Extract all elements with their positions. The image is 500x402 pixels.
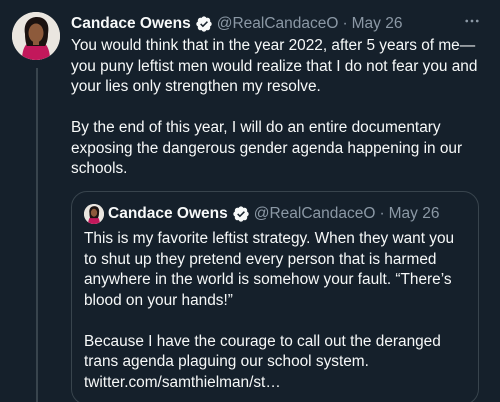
tweet-text: You would think that in the year 2022, a… bbox=[71, 36, 491, 180]
quoted-author-name: Candace Owens bbox=[108, 205, 228, 222]
thread-line bbox=[36, 68, 38, 402]
quoted-paragraph-text: Because I have the courage to call out t… bbox=[84, 332, 441, 371]
tweet-header: Candace Owens @RealCandaceO · May 26 bbox=[71, 13, 486, 35]
tweet-paragraph: You would think that in the year 2022, a… bbox=[71, 37, 478, 95]
quoted-author-handle: @RealCandaceO bbox=[253, 205, 376, 222]
quoted-tweet-text: This is my favorite leftist strategy. Wh… bbox=[84, 229, 464, 393]
quoted-tweet-header: Candace Owens @RealCandaceO · May 26 bbox=[84, 204, 439, 224]
author-handle[interactable]: @RealCandaceO bbox=[217, 15, 339, 33]
more-horizontal-icon[interactable] bbox=[460, 9, 484, 33]
author-name[interactable]: Candace Owens bbox=[71, 15, 191, 33]
avatar-image bbox=[12, 12, 60, 60]
separator-dot: · bbox=[342, 15, 348, 32]
tweet-date[interactable]: May 26 bbox=[352, 15, 403, 33]
verified-badge-icon bbox=[195, 15, 213, 33]
quoted-tweet-date: May 26 bbox=[388, 205, 440, 222]
quoted-paragraph: Because I have the courage to call out t… bbox=[84, 332, 464, 394]
tweet-paragraph: By the end of this year, I will do an en… bbox=[71, 119, 463, 177]
verified-badge-icon bbox=[232, 205, 250, 223]
avatar[interactable] bbox=[12, 12, 60, 60]
separator-dot: · bbox=[379, 205, 385, 222]
quoted-avatar bbox=[84, 204, 104, 224]
quoted-paragraph: This is my favorite leftist strategy. Wh… bbox=[84, 230, 455, 309]
quoted-tweet[interactable]: Candace Owens @RealCandaceO · May 26 Thi… bbox=[71, 191, 479, 402]
quoted-link[interactable]: twitter.com/samthielman/st… bbox=[84, 374, 281, 391]
tweet[interactable]: Candace Owens @RealCandaceO · May 26 You… bbox=[0, 0, 500, 402]
